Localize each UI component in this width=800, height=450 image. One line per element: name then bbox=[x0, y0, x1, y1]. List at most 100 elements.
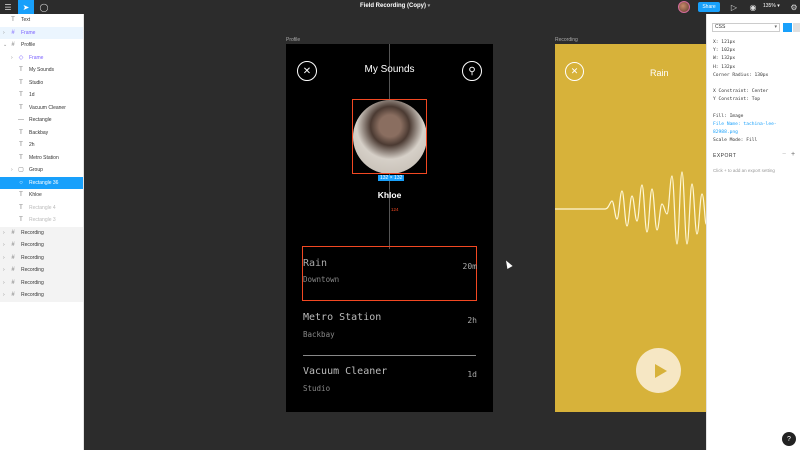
layer-label: My Sounds bbox=[29, 67, 55, 74]
layer-type-icon: ○ bbox=[19, 179, 23, 186]
canvas[interactable]: Profile Recording ✕ My Sounds ⚲ 132 × 13… bbox=[84, 14, 706, 450]
recording-title[interactable]: Metro Station bbox=[303, 312, 381, 323]
expand-chevron-icon[interactable]: › bbox=[3, 255, 5, 261]
play-button[interactable] bbox=[636, 348, 681, 393]
menu-icon[interactable]: ☰ bbox=[0, 0, 16, 14]
layer-item[interactable]: T Metro Station bbox=[0, 152, 83, 165]
layer-type-icon: # bbox=[11, 42, 15, 49]
layer-type-icon: T bbox=[19, 154, 23, 161]
layer-label: Metro Station bbox=[29, 154, 59, 161]
layer-item[interactable]: › # Recording bbox=[0, 289, 83, 302]
view-eye-icon[interactable]: ◉ bbox=[745, 0, 761, 14]
dimension-badge: 132 × 132 bbox=[378, 175, 405, 181]
move-tool-cursor-icon[interactable]: ➤ bbox=[18, 0, 34, 14]
remove-export-icon[interactable]: − bbox=[782, 151, 786, 158]
layer-type-icon: T bbox=[11, 17, 15, 24]
layer-item[interactable]: T My Sounds bbox=[0, 64, 83, 77]
layer-label: Recording bbox=[21, 242, 44, 249]
css-code-line: X: 121px bbox=[713, 40, 736, 45]
comment-icon[interactable]: ◯ bbox=[36, 0, 52, 14]
zoom-level[interactable]: 135% ▾ bbox=[763, 3, 780, 9]
layer-label: Rectangle 4 bbox=[29, 204, 56, 211]
layers-panel: T Text › # Frame ⌄ # Profile › ◇ Frame T My Sounds T S… bbox=[0, 14, 84, 450]
expand-chevron-icon[interactable]: › bbox=[3, 267, 5, 273]
expand-chevron-icon[interactable]: ⌄ bbox=[3, 42, 7, 48]
layer-label: Recording bbox=[21, 229, 44, 236]
expand-chevron-icon[interactable]: › bbox=[11, 55, 13, 61]
recording-time: 20m bbox=[462, 262, 477, 271]
top-toolbar: ☰ ➤ ◯ Field Recording (Copy) ▾ Share ▷ ◉… bbox=[0, 0, 800, 14]
layer-item[interactable]: T 1d bbox=[0, 89, 83, 102]
profile-frame[interactable]: ✕ My Sounds ⚲ 132 × 132 Khloe 124 Rain D… bbox=[286, 44, 493, 412]
settings-gear-icon[interactable]: ⚙ bbox=[786, 0, 800, 14]
layer-item[interactable]: › ▢ Group bbox=[0, 164, 83, 177]
view-toggle-active[interactable] bbox=[783, 23, 792, 32]
layer-item[interactable]: T Backbay bbox=[0, 127, 83, 140]
expand-chevron-icon[interactable]: › bbox=[3, 242, 5, 248]
css-code-line: File Name: tachina-lee- bbox=[713, 122, 777, 127]
user-avatar[interactable] bbox=[678, 1, 690, 13]
layer-type-icon: # bbox=[11, 279, 15, 286]
layer-label: Vacuum Cleaner bbox=[29, 104, 66, 111]
layer-item[interactable]: — Rectangle bbox=[0, 114, 83, 127]
layer-item[interactable]: › ◇ Frame bbox=[0, 52, 83, 65]
share-button[interactable]: Share bbox=[698, 2, 720, 12]
divider bbox=[303, 355, 476, 356]
close-icon[interactable]: ✕ bbox=[565, 62, 584, 81]
layer-item[interactable]: T 2h bbox=[0, 139, 83, 152]
profile-name: Khloe bbox=[377, 190, 402, 200]
document-title[interactable]: Field Recording (Copy) ▾ bbox=[360, 3, 430, 9]
layer-item[interactable]: ⌄ # Profile bbox=[0, 39, 83, 52]
layer-label: Rectangle 36 bbox=[29, 179, 59, 186]
export-hint: Click + to add an export setting bbox=[713, 168, 775, 173]
layer-type-icon: ◇ bbox=[18, 54, 24, 61]
add-export-icon[interactable]: + bbox=[791, 151, 795, 158]
layer-type-icon: T bbox=[19, 92, 23, 99]
layer-item[interactable]: T Text bbox=[0, 14, 83, 27]
layer-item[interactable]: › # Recording bbox=[0, 239, 83, 252]
css-code-line: Corner Radius: 130px bbox=[713, 72, 769, 78]
play-icon bbox=[654, 363, 667, 378]
selection-outline bbox=[352, 99, 427, 174]
layer-item[interactable]: T Khloe bbox=[0, 189, 83, 202]
css-code-line: Scale Mode: Fill bbox=[713, 138, 758, 144]
frame-label-recording[interactable]: Recording bbox=[555, 37, 578, 43]
layer-item[interactable]: › # Recording bbox=[0, 226, 83, 239]
layer-item[interactable]: › # Recording bbox=[0, 251, 83, 264]
frame-label-profile[interactable]: Profile bbox=[286, 37, 300, 43]
layer-item[interactable]: T Vacuum Cleaner bbox=[0, 102, 83, 115]
recording-location: Studio bbox=[303, 384, 331, 393]
recording-title: Rain bbox=[650, 68, 669, 78]
view-toggle[interactable] bbox=[793, 23, 800, 32]
recording-time: 1d bbox=[467, 370, 477, 379]
recording-title[interactable]: Rain bbox=[303, 258, 327, 269]
layer-item[interactable]: ○ Rectangle 36 bbox=[0, 176, 83, 189]
expand-chevron-icon[interactable]: › bbox=[3, 30, 5, 36]
recording-frame[interactable]: ✕ Rain bbox=[555, 44, 706, 412]
location-pin-icon[interactable]: ⚲ bbox=[462, 61, 482, 81]
layer-item[interactable]: T Rectangle 3 bbox=[0, 214, 83, 227]
recording-title[interactable]: Vacuum Cleaner bbox=[303, 366, 387, 377]
layer-item[interactable]: › # Recording bbox=[0, 264, 83, 277]
layer-item[interactable]: T Studio bbox=[0, 77, 83, 90]
css-code-line: W: 132px bbox=[713, 56, 736, 62]
layer-item[interactable]: › # Recording bbox=[0, 276, 83, 289]
expand-chevron-icon[interactable]: › bbox=[11, 167, 13, 173]
export-section-title: EXPORT bbox=[713, 153, 737, 159]
layer-type-icon: — bbox=[18, 117, 24, 124]
expand-chevron-icon[interactable]: › bbox=[3, 292, 5, 298]
expand-chevron-icon[interactable]: › bbox=[3, 230, 5, 236]
layer-label: Recording bbox=[21, 279, 44, 286]
layer-item[interactable]: T Rectangle 4 bbox=[0, 202, 83, 215]
css-code-line: Y Constraint: Top bbox=[713, 97, 761, 103]
code-mode-select[interactable]: CSS ▾ bbox=[712, 23, 780, 32]
layer-type-icon: # bbox=[11, 242, 15, 249]
css-code-line: Fill: Image bbox=[713, 113, 744, 119]
layer-label: Recording bbox=[21, 254, 44, 261]
layer-item[interactable]: › # Frame bbox=[0, 26, 83, 39]
layer-type-icon: # bbox=[11, 254, 15, 261]
help-button[interactable]: ? bbox=[782, 432, 796, 446]
layer-label: Recording bbox=[21, 292, 44, 299]
expand-chevron-icon[interactable]: › bbox=[3, 280, 5, 286]
present-play-icon[interactable]: ▷ bbox=[726, 0, 742, 14]
